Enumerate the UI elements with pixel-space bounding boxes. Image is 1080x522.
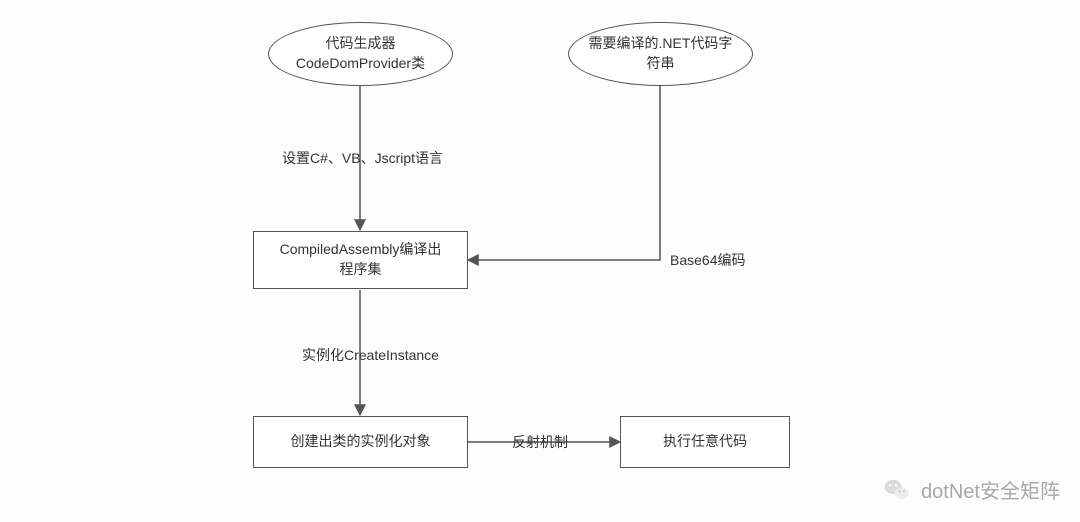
node-text: CompiledAssembly编译出 [280, 240, 442, 260]
node-text: 创建出类的实例化对象 [291, 432, 431, 452]
node-code-generator: 代码生成器 CodeDomProvider类 [268, 22, 453, 86]
node-instance-object: 创建出类的实例化对象 [253, 416, 468, 468]
node-text: 符串 [647, 54, 675, 74]
watermark-text: dotNet安全矩阵 [921, 475, 1060, 504]
edge-label-set-language: 设置C#、VB、Jscript语言 [282, 148, 443, 168]
node-text: 程序集 [340, 260, 382, 280]
edge-label-reflection: 反射机制 [512, 432, 568, 452]
node-compiled-assembly: CompiledAssembly编译出 程序集 [253, 231, 468, 289]
node-text: 执行任意代码 [663, 432, 747, 452]
watermark: dotNet安全矩阵 [883, 475, 1060, 504]
node-text: CodeDomProvider类 [296, 54, 425, 74]
edge-label-base64: Base64编码 [670, 250, 745, 270]
node-text: 需要编译的.NET代码字 [589, 34, 733, 54]
node-text: 代码生成器 [326, 34, 396, 54]
edge-label-create-instance: 实例化CreateInstance [302, 345, 439, 365]
node-net-source-string: 需要编译的.NET代码字 符串 [568, 22, 753, 86]
node-exec-arbitrary-code: 执行任意代码 [620, 416, 790, 468]
wechat-icon [883, 476, 911, 504]
